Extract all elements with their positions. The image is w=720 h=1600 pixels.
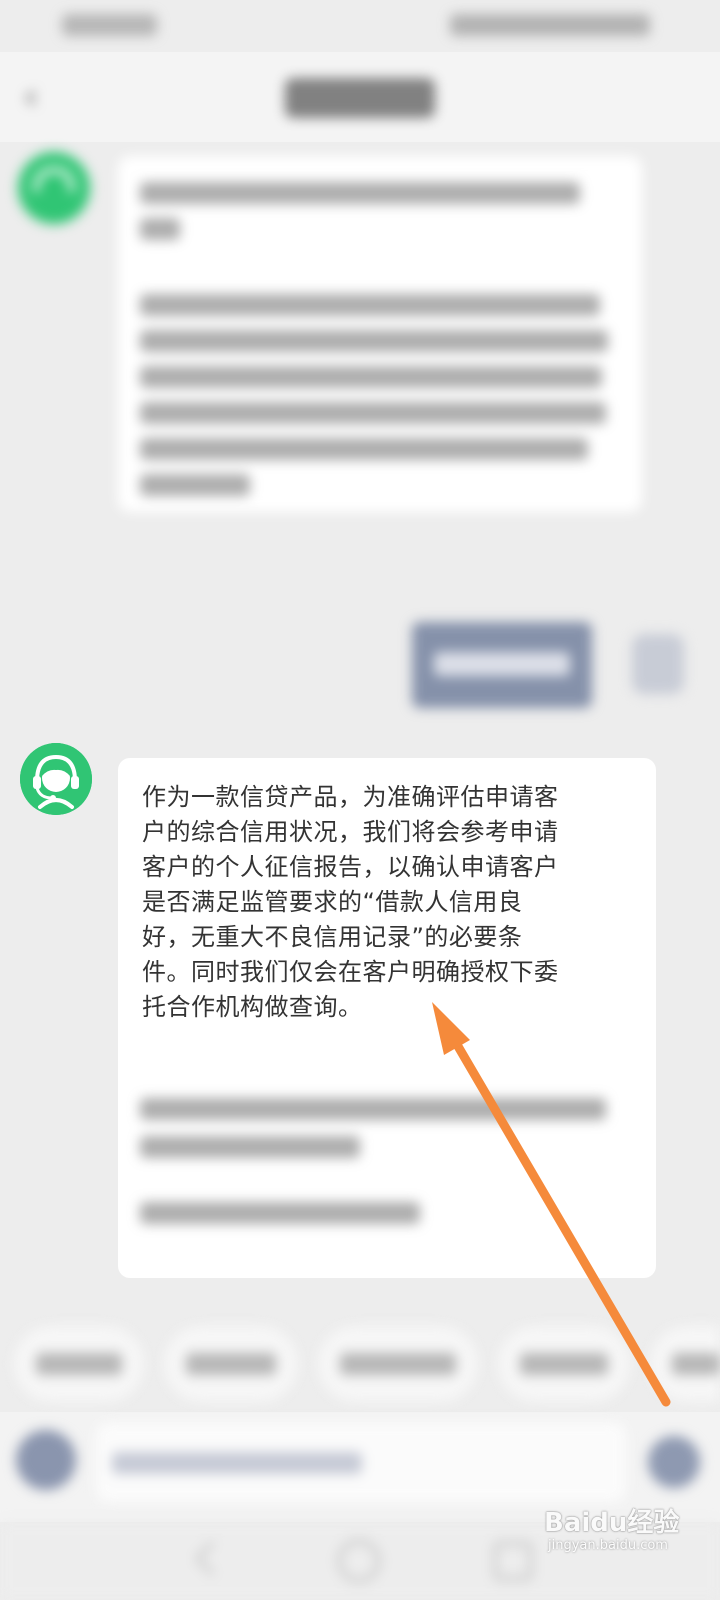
send-icon[interactable]	[648, 1436, 700, 1488]
user-avatar	[632, 634, 684, 694]
quick-reply-chip[interactable]	[14, 1326, 144, 1402]
page-title	[285, 78, 435, 118]
nav-recent-icon[interactable]	[494, 1542, 532, 1580]
headset-agent-icon	[20, 743, 92, 815]
status-bar	[0, 0, 720, 52]
watermark-url: jingyan.baidu.com	[548, 1538, 668, 1553]
message-line: 客户的个人征信报告，以确认申请客户	[142, 853, 559, 881]
nav-home-icon[interactable]	[338, 1540, 380, 1582]
back-arrow-icon[interactable]: ‹	[24, 80, 54, 114]
agent-avatar	[18, 152, 90, 224]
header: ‹	[0, 52, 720, 142]
message-continuation	[118, 1078, 656, 1278]
quick-reply-chip[interactable]	[164, 1326, 298, 1402]
agent-message-bubble-main: 作为一款信贷产品，为准确评估申请客 户的综合信用状况，我们将会参考申请 客户的个…	[118, 758, 656, 1278]
message-input[interactable]	[96, 1422, 626, 1502]
quick-reply-chip[interactable]	[318, 1326, 478, 1402]
nav-back-icon[interactable]	[194, 1540, 231, 1577]
message-line: 托合作机构做查询。	[142, 993, 363, 1021]
agent-message-bubble	[118, 156, 642, 512]
message-line: 件。同时我们仅会在客户明确授权下委	[142, 958, 559, 986]
status-time	[62, 14, 157, 36]
agent-avatar	[20, 743, 92, 815]
message-line: 好，无重大不良信用记录”的必要条	[142, 923, 523, 951]
agent-message-text: 作为一款信贷产品，为准确评估申请客 户的综合信用状况，我们将会参考申请 客户的个…	[142, 780, 612, 1025]
status-icons	[450, 14, 650, 36]
quick-reply-chip[interactable]	[650, 1326, 720, 1402]
message-line: 作为一款信贷产品，为准确评估申请客	[142, 783, 559, 811]
user-message-bubble	[412, 622, 592, 708]
message-line: 是否满足监管要求的“借款人信用良	[142, 888, 523, 916]
watermark-brand: Baidu经验	[544, 1508, 680, 1538]
headset-agent-icon	[18, 152, 90, 224]
voice-icon[interactable]	[16, 1430, 76, 1490]
baidu-watermark: Baidu经验 jingyan.baidu.com	[544, 1500, 704, 1570]
quick-reply-chip[interactable]	[498, 1326, 630, 1402]
message-line: 户的综合信用状况，我们将会参考申请	[142, 818, 559, 846]
